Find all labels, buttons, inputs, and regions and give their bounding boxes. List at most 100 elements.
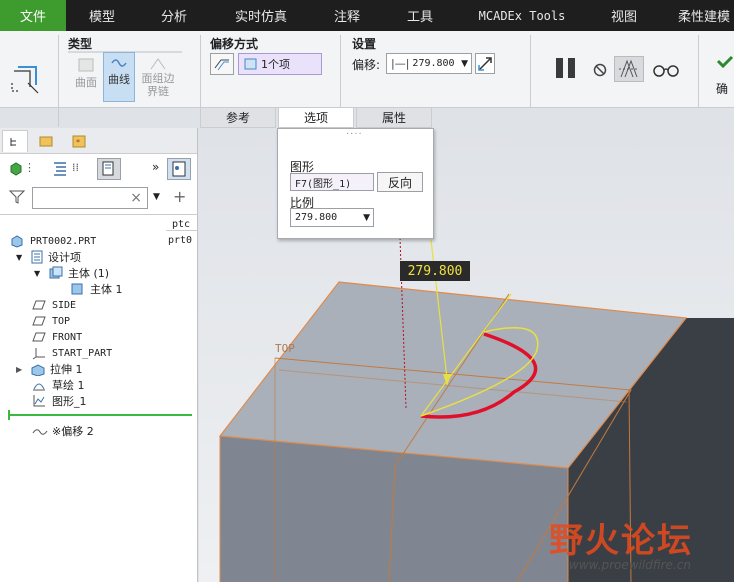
tree-icon: [10, 137, 16, 146]
add-filter-icon[interactable]: +: [173, 187, 186, 206]
insert-indicator[interactable]: [10, 414, 192, 416]
verify-mode-icon: [619, 59, 639, 78]
show-features-icon[interactable]: [8, 160, 24, 176]
favorites-tab[interactable]: *: [66, 130, 92, 152]
tab-options[interactable]: 选项: [278, 108, 354, 128]
coordinate-system-icon: [32, 348, 45, 360]
tree-item-bodies[interactable]: ▼ 主体 (1): [34, 265, 109, 281]
ribbon-separator: [698, 35, 699, 107]
flip-direction-button[interactable]: [475, 53, 495, 74]
offset-value: 279.800: [412, 58, 455, 69]
display-style-button[interactable]: [167, 158, 191, 180]
tab-view[interactable]: 视图: [602, 0, 646, 31]
tree-item-part[interactable]: PRT0002.PRT: [10, 233, 96, 249]
tree-item-label: TOP: [52, 315, 71, 327]
no-preview-button[interactable]: [592, 62, 608, 78]
top-plane-label: TOP: [275, 342, 295, 355]
surface-label: 曲面: [75, 76, 97, 89]
display-style-icon: [172, 161, 186, 177]
offset-items-collector[interactable]: 1个项: [238, 53, 322, 75]
design-items-icon: [31, 250, 43, 264]
tab-properties[interactable]: 属性: [356, 108, 432, 128]
tree-item-front[interactable]: FRONT: [32, 329, 82, 345]
clear-search-icon[interactable]: ×: [130, 190, 142, 206]
tree-item-sketch-1[interactable]: 草绘 1: [32, 377, 85, 393]
confirm-button[interactable]: 确: [716, 55, 734, 99]
model-tree-tab[interactable]: [2, 130, 28, 152]
checkmark-icon: [716, 55, 734, 69]
tab-file[interactable]: 文件: [0, 0, 66, 31]
offset-feature-icon: [8, 61, 42, 95]
tree-filter-list-icon[interactable]: [52, 160, 68, 176]
watermark-url: www.proewildfire.cn: [569, 558, 691, 572]
tree-item-label: 图形_1: [52, 395, 87, 408]
tab-mcadex-tools[interactable]: MCADEx Tools: [472, 0, 572, 31]
datum-plane-icon: [32, 332, 46, 342]
tree-item-offset-2[interactable]: ※偏移 2: [32, 423, 94, 439]
tree-item-extrude-1[interactable]: ▶ 拉伸 1: [16, 361, 83, 377]
offset-value-combo[interactable]: |—| 279.800 ▼: [386, 53, 472, 74]
filter-icon[interactable]: [8, 189, 26, 205]
expand-chevron-icon[interactable]: »: [152, 160, 159, 174]
flip-arrow-icon: [478, 56, 492, 71]
tree-search-input[interactable]: ×: [32, 187, 148, 209]
insert-indicator-cap: [8, 410, 14, 420]
options-panel: ···· 图形 F7(图形_1) 反向 比例 279.800 ▼: [277, 128, 434, 239]
tree-item-label: PRT0002.PRT: [30, 235, 97, 247]
tree-item-body-1[interactable]: 主体 1: [70, 281, 123, 297]
extrude-icon: [31, 364, 45, 376]
tab-analysis[interactable]: 分析: [148, 0, 200, 31]
offset-label: 偏移:: [352, 58, 381, 72]
graph-collector[interactable]: F7(图形_1): [290, 173, 374, 191]
glasses-preview-button[interactable]: [652, 62, 680, 78]
tab-flexible-modeling[interactable]: 柔性建模: [678, 0, 734, 31]
chevron-down-icon[interactable]: ▼: [153, 192, 160, 202]
offset-method-dropdown[interactable]: [210, 53, 234, 75]
ribbon-separator: [58, 35, 59, 127]
tree-item-label: 设计项: [48, 251, 81, 264]
expand-toggle-icon[interactable]: ▶: [16, 365, 26, 374]
tab-annotate[interactable]: 注释: [326, 0, 368, 31]
column-cell: prt0: [168, 235, 193, 246]
tree-item-label: START_PART: [52, 347, 113, 359]
tree-item-start-part[interactable]: START_PART: [32, 345, 112, 361]
tab-model[interactable]: 模型: [76, 0, 128, 31]
svg-text:*: *: [76, 138, 80, 147]
dimension-label[interactable]: 279.800: [400, 261, 470, 281]
tab-realtime-sim[interactable]: 实时仿真: [228, 0, 294, 31]
dimension-icon: |—|: [391, 57, 410, 70]
toolbar-divider: [0, 214, 198, 215]
tree-settings-icon: [102, 161, 114, 176]
pause-button[interactable]: [554, 56, 578, 80]
drag-handle[interactable]: ····: [346, 129, 363, 140]
tree-item-design-items[interactable]: ▼ 设计项: [16, 249, 81, 265]
tree-columns-icon[interactable]: ⁞⁞: [72, 161, 79, 174]
tree-item-label: FRONT: [52, 331, 83, 343]
verify-mode-button[interactable]: [614, 56, 644, 82]
type-group-title: 类型: [68, 37, 93, 51]
part-icon: [11, 235, 23, 248]
folder-browser-tab[interactable]: [34, 130, 60, 152]
offset-items-label: 1个项: [261, 58, 290, 71]
tree-item-top[interactable]: TOP: [32, 313, 70, 329]
ratio-combo[interactable]: 279.800 ▼: [290, 208, 374, 227]
curve-item-icon: [244, 58, 257, 70]
bodies-icon: [49, 266, 63, 279]
watermark-logo: 野火论坛: [549, 521, 693, 561]
tree-item-graph-1[interactable]: 图形_1: [32, 393, 87, 409]
curve-label: 曲线: [108, 73, 130, 86]
chevron-down-icon: ▼: [363, 212, 370, 223]
quilt-boundary-label: 面组边 界链: [141, 72, 175, 98]
quilt-boundary-button[interactable]: 面组边 界链: [138, 55, 178, 103]
model-tree-pane: * ⋮ ⁞⁞ » × ▼ + ptc PRT0002.PRT prt0 ▼ 设计…: [0, 128, 198, 582]
collapse-toggle-icon[interactable]: ▼: [16, 253, 26, 262]
curve-type-button[interactable]: 曲线: [103, 52, 135, 102]
collapse-toggle-icon[interactable]: ▼: [34, 269, 44, 278]
column-header[interactable]: ptc: [172, 219, 190, 230]
surface-type-button[interactable]: 曲面: [70, 55, 102, 101]
tree-item-side[interactable]: SIDE: [32, 297, 76, 313]
tab-references[interactable]: 参考: [200, 108, 276, 128]
tree-settings-button[interactable]: [97, 158, 121, 180]
tab-tools[interactable]: 工具: [398, 0, 442, 31]
flip-button[interactable]: 反向: [377, 172, 423, 192]
